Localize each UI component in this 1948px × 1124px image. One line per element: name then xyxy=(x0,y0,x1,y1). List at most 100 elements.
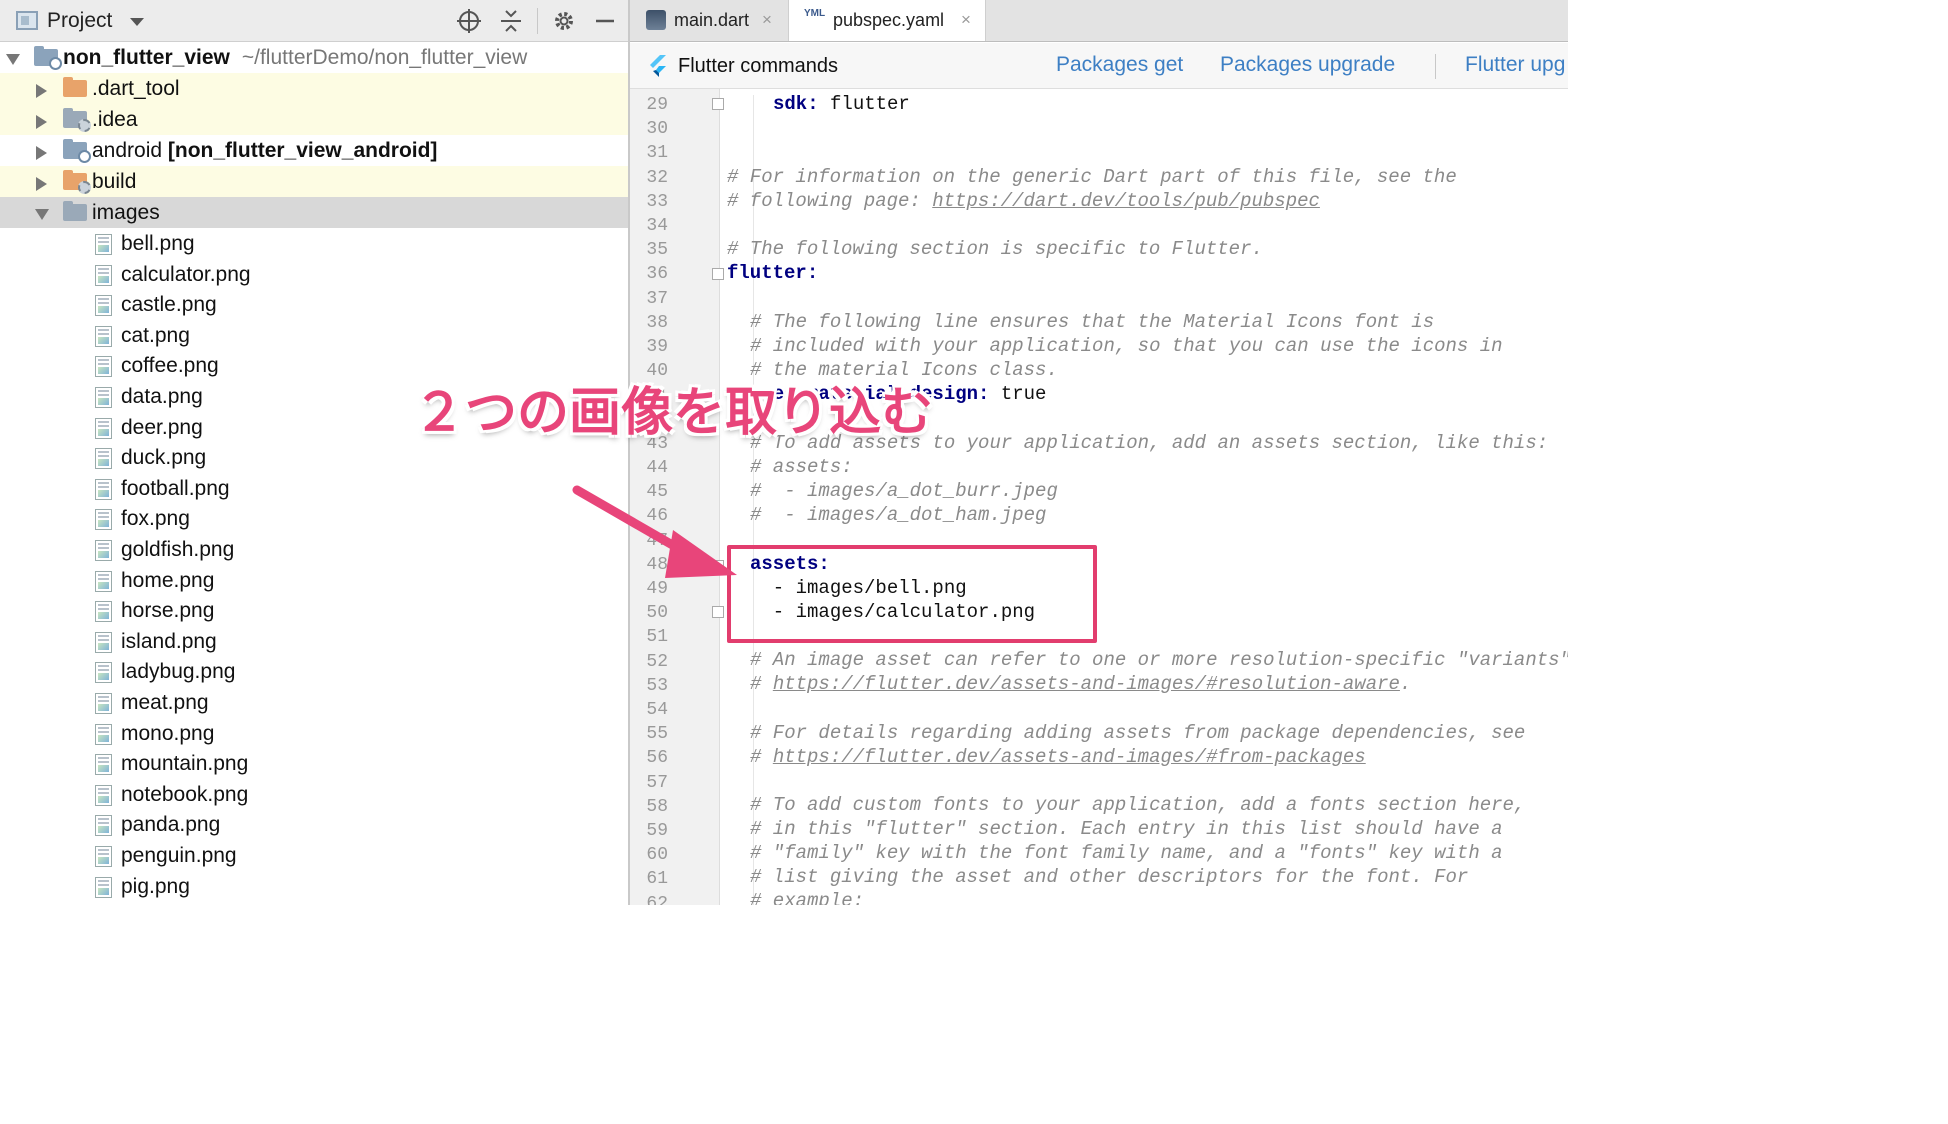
file-label: penguin.png xyxy=(121,844,237,867)
close-icon[interactable]: × xyxy=(762,0,772,40)
line-number: 55 xyxy=(646,724,668,745)
line-number: 31 xyxy=(646,143,668,164)
line-number: 36 xyxy=(646,264,668,285)
crosshair-icon[interactable] xyxy=(456,8,482,34)
packages-upgrade-link[interactable]: Packages upgrade xyxy=(1220,53,1395,77)
file-label: mountain.png xyxy=(121,752,249,776)
image-file-icon xyxy=(95,784,112,806)
tree-file-row[interactable]: panda.png xyxy=(0,809,628,840)
yaml-key: sdk: xyxy=(773,93,819,115)
line-number: 54 xyxy=(646,700,668,720)
line-number: 50 xyxy=(646,603,668,624)
chevron-right-icon[interactable] xyxy=(36,115,47,129)
folder-label: images xyxy=(92,201,160,224)
image-file-icon xyxy=(95,234,112,255)
chevron-right-icon[interactable] xyxy=(36,146,47,160)
tree-file-row[interactable]: ladybug.png xyxy=(0,656,628,687)
tree-file-row[interactable]: bell.png xyxy=(0,228,628,259)
file-label: horse.png xyxy=(121,599,215,623)
code-link[interactable]: https://flutter.dev/assets-and-images/#f… xyxy=(773,746,1366,768)
root-path: ~/flutterDemo/non_flutter_view xyxy=(241,46,528,69)
chevron-right-icon[interactable] xyxy=(36,177,47,191)
close-icon[interactable]: × xyxy=(961,0,971,40)
project-view-icon xyxy=(16,11,38,30)
tab-main-dart[interactable]: main.dart × xyxy=(630,0,788,42)
file-label: ladybug.png xyxy=(121,660,236,684)
tree-file-row[interactable]: penguin.png xyxy=(0,840,628,871)
code-comment: # in this "flutter" section. Each entry … xyxy=(750,818,1503,840)
image-file-icon xyxy=(95,662,112,684)
yaml-value: flutter xyxy=(818,93,910,115)
tree-folder-idea[interactable]: .idea xyxy=(0,104,628,135)
tree-file-row[interactable]: island.png xyxy=(0,626,628,657)
project-view-title[interactable]: Project xyxy=(47,9,112,33)
line-number: 53 xyxy=(646,675,668,696)
code-link[interactable]: https://dart.dev/tools/pub/pubspec xyxy=(932,190,1320,212)
tree-file-row[interactable]: calculator.png xyxy=(0,259,628,290)
file-label: fox.png xyxy=(121,507,190,531)
line-number: 30 xyxy=(646,119,668,140)
tree-file-row[interactable]: football.png xyxy=(0,473,628,504)
collapse-all-icon[interactable] xyxy=(498,8,524,34)
code-editor[interactable]: sdk: flutter # For information on the ge… xyxy=(722,89,1568,905)
tree-file-row[interactable]: mono.png xyxy=(0,718,628,749)
dart-file-icon xyxy=(646,10,666,30)
tree-folder-android[interactable]: android [non_flutter_view_android] xyxy=(0,135,628,166)
code-link[interactable]: https://flutter.dev/assets-and-images/#r… xyxy=(773,673,1400,695)
tree-file-row[interactable]: horse.png xyxy=(0,595,628,626)
folder-label: .idea xyxy=(92,108,138,131)
tree-folder-build[interactable]: build xyxy=(0,166,628,197)
tab-pubspec-yaml[interactable]: YML pubspec.yaml × xyxy=(788,0,986,41)
file-label: castle.png xyxy=(121,293,217,317)
tree-file-row[interactable]: cat.png xyxy=(0,320,628,351)
line-number: 35 xyxy=(646,240,668,261)
file-label: goldfish.png xyxy=(121,538,235,561)
tree-file-row[interactable]: pig.png xyxy=(0,871,628,902)
flutter-commands-title: Flutter commands xyxy=(678,55,839,77)
minimize-icon[interactable] xyxy=(592,8,618,34)
code-comment: # xyxy=(750,746,773,768)
file-label: panda.png xyxy=(121,813,221,837)
code-comment: # following page: xyxy=(727,190,933,212)
annotation-arrow-icon xyxy=(572,485,737,578)
line-number: 58 xyxy=(646,796,668,817)
tree-root[interactable]: non_flutter_view ~/flutterDemo/non_flutte… xyxy=(0,42,628,73)
tree-file-row[interactable]: goldfish.png xyxy=(0,534,628,565)
folder-icon xyxy=(63,201,87,221)
chevron-down-icon[interactable] xyxy=(6,54,20,65)
tree-file-row[interactable]: mountain.png xyxy=(0,748,628,779)
file-label: meat.png xyxy=(121,691,209,714)
gear-icon[interactable] xyxy=(551,8,577,34)
annotation-label: ２つの画像を取り込む xyxy=(413,384,934,442)
flutter-upgrade-link[interactable]: Flutter upg xyxy=(1465,53,1565,77)
file-label: data.png xyxy=(121,385,203,408)
tree-file-row[interactable]: castle.png xyxy=(0,289,628,320)
line-number: 61 xyxy=(646,869,668,890)
tree-folder-images[interactable]: images xyxy=(0,197,628,228)
tree-file-row[interactable]: fox.png xyxy=(0,503,628,534)
file-label: pig.png xyxy=(121,874,190,898)
packages-get-link[interactable]: Packages get xyxy=(1056,53,1183,77)
line-number: 52 xyxy=(646,651,668,672)
file-label: duck.png xyxy=(121,446,207,470)
command-separator xyxy=(1435,54,1436,79)
image-file-icon xyxy=(95,295,112,317)
project-toolbar: Project xyxy=(0,0,628,42)
tree-folder-dart-tool[interactable]: .dart_tool xyxy=(0,73,628,104)
folder-label: android xyxy=(92,139,163,162)
file-label: island.png xyxy=(121,629,217,653)
tree-file-row[interactable]: home.png xyxy=(0,565,628,596)
line-number: 51 xyxy=(646,627,668,648)
code-comment: # To add custom fonts to your applicatio… xyxy=(750,794,1526,816)
chevron-down-icon[interactable] xyxy=(35,209,49,220)
tree-file-row[interactable]: duck.png xyxy=(0,442,628,473)
file-label: football.png xyxy=(121,476,230,500)
file-label: cat.png xyxy=(121,323,190,347)
code-comment: # The following line ensures that the Ma… xyxy=(750,311,1435,333)
tree-file-row[interactable]: meat.png xyxy=(0,687,628,718)
chevron-right-icon[interactable] xyxy=(36,84,47,98)
chevron-down-icon[interactable] xyxy=(130,18,144,26)
tree-file-row[interactable]: notebook.png xyxy=(0,779,628,810)
yaml-value: true xyxy=(989,383,1047,405)
code-comment: # For information on the generic Dart pa… xyxy=(727,166,1457,188)
